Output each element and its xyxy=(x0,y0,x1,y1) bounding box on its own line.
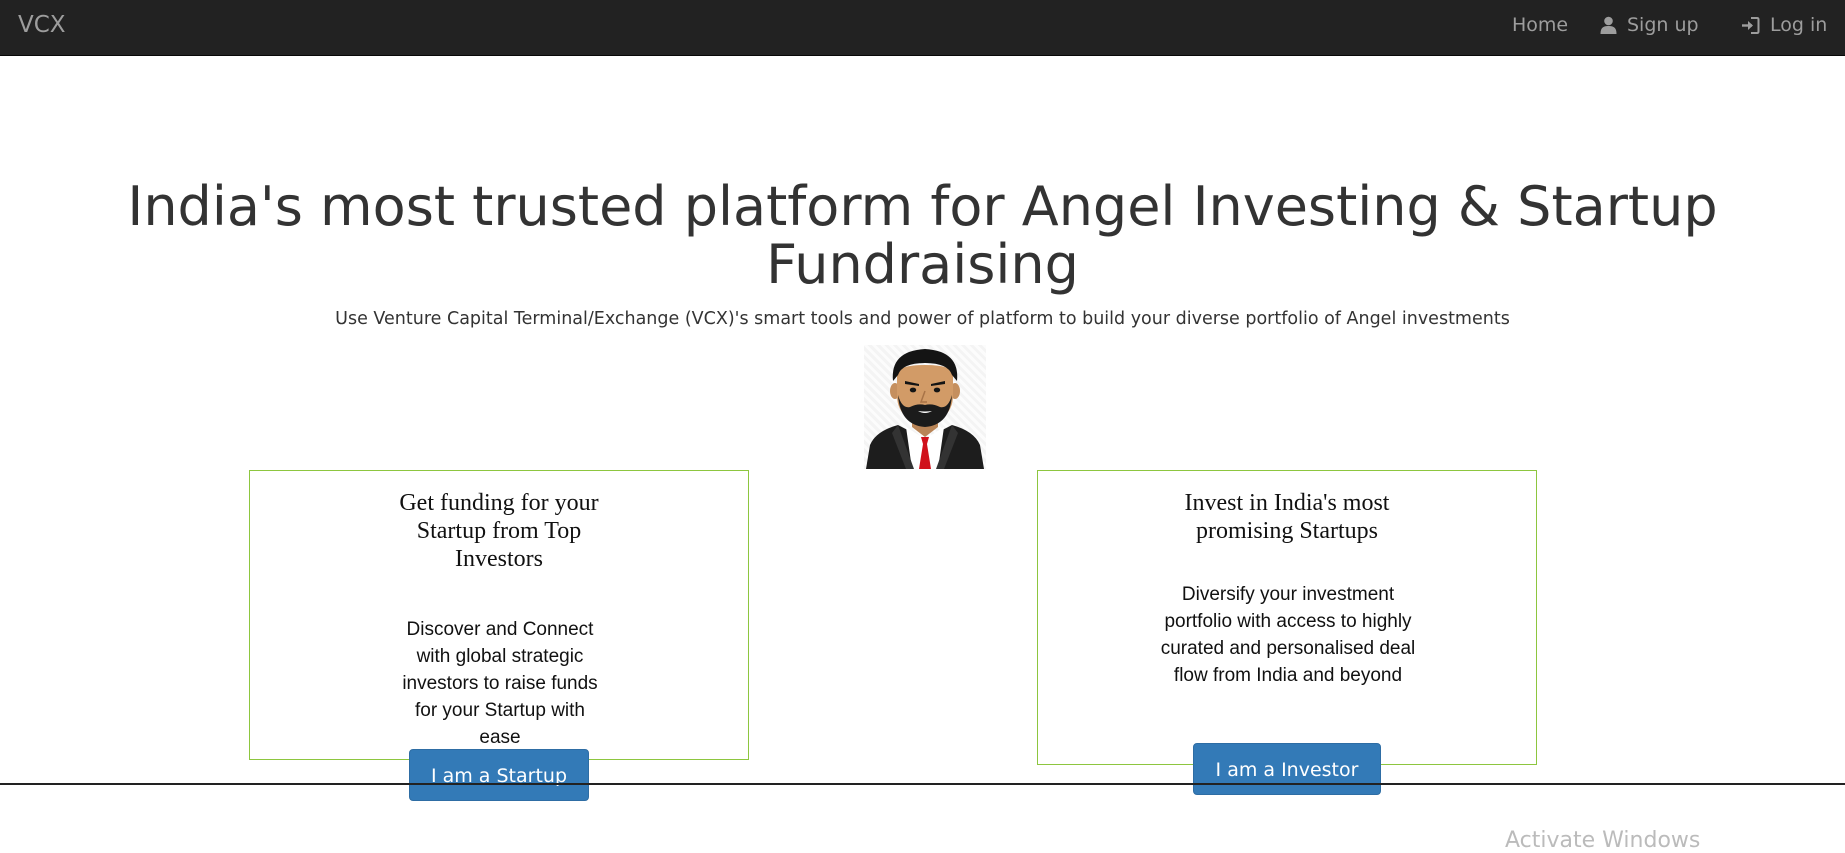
startup-card-title: Get funding for your Startup from Top In… xyxy=(399,490,599,572)
nav-login[interactable]: Log in xyxy=(1741,14,1827,36)
hero-title: India's most trusted platform for Angel … xyxy=(127,175,1718,296)
nav-signup-label: Sign up xyxy=(1627,14,1699,36)
navbar: VCX Home Sign up Log in xyxy=(0,0,1845,56)
investor-card-text: Diversify your investment portfolio with… xyxy=(1160,584,1416,686)
startup-card: Get funding for your Startup from Top In… xyxy=(249,470,749,760)
nav-home-label: Home xyxy=(1512,14,1569,36)
nav-home[interactable]: Home xyxy=(1512,14,1568,36)
nav-signup[interactable]: Sign up xyxy=(1600,14,1699,36)
activate-windows-watermark: Activate Windows xyxy=(1505,828,1701,853)
investor-button[interactable]: I am a Investor xyxy=(1193,743,1381,795)
log-in-icon xyxy=(1741,16,1760,35)
businessman-avatar xyxy=(864,345,986,469)
startup-button[interactable]: I am a Startup xyxy=(409,749,589,801)
brand-logo[interactable]: VCX xyxy=(18,12,66,38)
user-icon xyxy=(1600,16,1617,34)
startup-card-text: Discover and Connect with global strateg… xyxy=(402,619,598,748)
nav-login-label: Log in xyxy=(1770,14,1828,36)
section-divider xyxy=(0,783,1845,785)
hero-subtitle: Use Venture Capital Terminal/Exchange (V… xyxy=(335,309,1510,329)
investor-card: Invest in India's most promising Startup… xyxy=(1037,470,1537,765)
investor-card-title: Invest in India's most promising Startup… xyxy=(1184,490,1390,544)
